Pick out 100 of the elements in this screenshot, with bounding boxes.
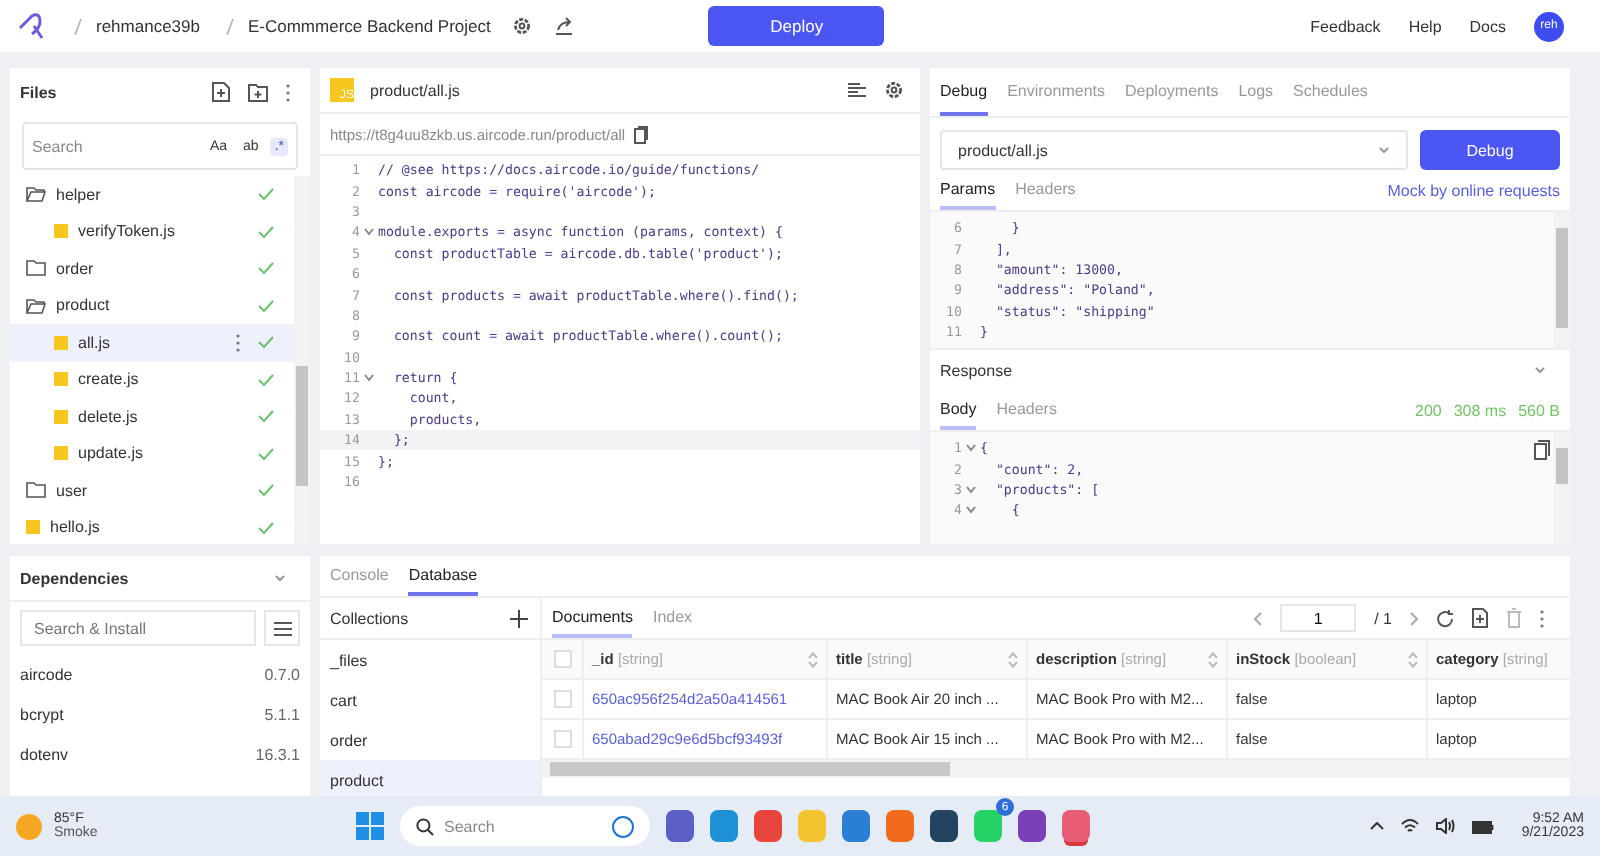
package-version: 16.3.1	[255, 745, 300, 763]
sort-icon[interactable]	[1008, 651, 1018, 667]
copy-icon[interactable]	[1534, 440, 1550, 460]
select-all-checkbox[interactable]	[553, 650, 571, 668]
file-name: create.js	[78, 370, 139, 389]
new-folder-icon[interactable]	[248, 83, 268, 101]
windows-start-icon[interactable]	[356, 812, 384, 840]
response-status: 200	[1415, 401, 1442, 419]
menu-button[interactable]	[264, 610, 300, 646]
chevron-icon[interactable]	[1534, 364, 1546, 376]
js-file-icon	[54, 335, 68, 350]
chevron-icon[interactable]	[274, 572, 286, 584]
file-name: update.js	[78, 444, 143, 463]
add-icon[interactable]	[510, 609, 528, 627]
function-select[interactable]: product/all.js	[940, 130, 1408, 170]
package-version: 5.1.1	[264, 705, 300, 723]
page-field[interactable]: 1	[1280, 604, 1357, 632]
row-checkbox[interactable]	[553, 690, 571, 708]
file-name: verifyToken.js	[78, 222, 175, 241]
fold-icon[interactable]	[966, 485, 976, 494]
section-title: Response	[940, 361, 1013, 379]
breadcrumb-separator	[225, 17, 234, 35]
scrollbar[interactable]	[1554, 212, 1570, 348]
next-icon[interactable]	[1410, 611, 1418, 625]
fold-icon[interactable]	[966, 506, 976, 515]
breadcrumb-item[interactable]: rehmance39b	[96, 16, 200, 36]
file-name: user	[56, 481, 88, 500]
file-name: all.js	[78, 333, 111, 352]
taskbar-search[interactable]: Search	[400, 806, 650, 846]
response-status: 560 B	[1518, 401, 1560, 419]
breadcrumb-item[interactable]: E-Commmerce Backend Project	[247, 16, 491, 36]
debug-button[interactable]: Debug	[1420, 130, 1560, 170]
tree-item[interactable]: order	[10, 250, 294, 287]
collection-item[interactable]: cart	[320, 680, 540, 720]
scrollbar[interactable]	[1554, 432, 1570, 544]
settings-icon[interactable]	[512, 16, 533, 36]
js-file-icon	[54, 372, 68, 387]
scrollbar[interactable]	[294, 176, 310, 544]
chevron-up-icon[interactable]	[1369, 822, 1384, 830]
tab[interactable]: Debug	[940, 68, 988, 116]
add-document-icon[interactable]	[1472, 608, 1488, 628]
collection-item[interactable]: order	[320, 720, 540, 760]
js-file-icon	[54, 224, 68, 239]
tree-item[interactable]: product	[10, 287, 294, 324]
sort-icon[interactable]	[1208, 651, 1218, 667]
sort-icon[interactable]	[808, 651, 818, 667]
search-field[interactable]: Search & Install	[20, 610, 256, 646]
fold-icon[interactable]	[966, 444, 976, 453]
mock-link[interactable]: Mock by online requests	[1387, 181, 1560, 199]
scrollbar[interactable]	[542, 760, 1570, 778]
tree-item[interactable]: helper	[10, 176, 294, 213]
package-name: dotenv	[20, 745, 69, 763]
header-link[interactable]: Feedback	[1310, 17, 1381, 35]
assistant-icon[interactable]	[612, 815, 634, 837]
package-version: 0.7.0	[264, 665, 300, 683]
battery-icon[interactable]	[1471, 819, 1494, 833]
file-name: order	[56, 259, 94, 278]
fold-icon[interactable]	[364, 374, 374, 383]
deploy-button[interactable]: Deploy	[708, 6, 885, 46]
header-link[interactable]: Docs	[1469, 17, 1506, 35]
collection-item[interactable]: _files	[320, 640, 540, 680]
package-name: bcrypt	[20, 705, 64, 723]
collections-title: Collections	[330, 609, 409, 627]
chevron-icon[interactable]	[1378, 144, 1390, 156]
tree-item[interactable]: hello.js	[10, 509, 294, 544]
logo-icon[interactable]	[16, 10, 48, 42]
js-file-icon	[54, 446, 68, 461]
volume-icon[interactable]	[1435, 818, 1456, 834]
tree-item[interactable]: create.js	[10, 361, 294, 398]
file-name: hello.js	[50, 518, 100, 537]
tab[interactable]: Database	[408, 556, 478, 596]
collection-item[interactable]: product	[320, 760, 540, 796]
tree-item[interactable]: update.js	[10, 435, 294, 472]
file-name: delete.js	[78, 407, 138, 426]
taskbar-app-icon[interactable]	[930, 810, 958, 842]
wifi-icon[interactable]	[1399, 818, 1420, 834]
search-icon	[416, 817, 434, 835]
tree-item[interactable]: all.js	[10, 324, 294, 361]
previous-icon[interactable]	[1254, 611, 1263, 625]
align-icon[interactable]	[848, 82, 868, 98]
share-icon[interactable]	[554, 16, 575, 36]
tree-item[interactable]: verifyToken.js	[10, 213, 294, 250]
taskbar-app-icon[interactable]	[666, 810, 694, 842]
new-file-icon[interactable]	[212, 82, 230, 102]
taskbar-app-icon[interactable]	[1018, 810, 1046, 842]
delete-icon[interactable]	[1506, 608, 1522, 628]
file-name: helper	[56, 185, 101, 204]
file-tab[interactable]: product/all.js	[370, 81, 460, 99]
settings-icon[interactable]	[884, 80, 904, 100]
copy-icon[interactable]	[633, 125, 648, 143]
tree-item[interactable]: delete.js	[10, 398, 294, 435]
fold-icon[interactable]	[364, 228, 374, 237]
row-checkbox[interactable]	[553, 730, 571, 748]
tree-item[interactable]: user	[10, 472, 294, 509]
menu-icon[interactable]	[273, 621, 291, 635]
refresh-icon[interactable]	[1436, 609, 1454, 627]
sort-icon[interactable]	[1408, 651, 1418, 667]
header-link[interactable]: Help	[1408, 17, 1442, 35]
package-name: aircode	[20, 665, 73, 683]
js-file-icon	[54, 409, 68, 424]
